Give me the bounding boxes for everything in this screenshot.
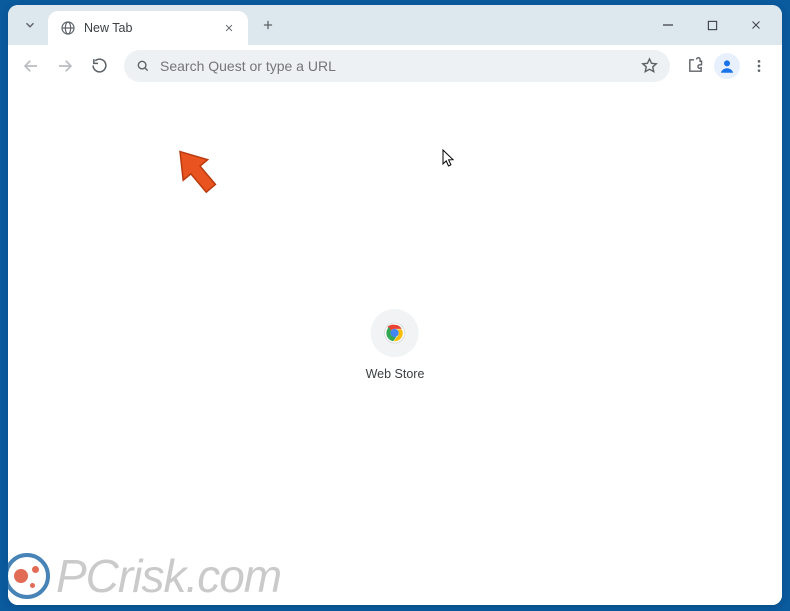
search-tabs-button[interactable]	[16, 11, 44, 39]
browser-window: New Tab	[8, 5, 782, 605]
extensions-icon	[687, 57, 704, 74]
maximize-icon	[707, 20, 718, 31]
shortcut-tile	[371, 309, 419, 357]
menu-button[interactable]	[744, 51, 774, 81]
window-controls	[646, 5, 778, 45]
window-close-icon	[750, 19, 762, 31]
back-icon	[22, 57, 40, 75]
extensions-button[interactable]	[680, 51, 710, 81]
window-close-button[interactable]	[734, 9, 778, 41]
new-tab-page: Web Store	[8, 87, 782, 605]
reload-icon	[91, 57, 108, 74]
profile-icon	[718, 57, 736, 75]
new-tab-button[interactable]	[254, 11, 282, 39]
chevron-down-icon	[23, 18, 37, 32]
chrome-webstore-icon	[384, 322, 406, 344]
profile-button[interactable]	[714, 53, 740, 79]
maximize-button[interactable]	[690, 9, 734, 41]
menu-icon	[751, 58, 767, 74]
minimize-button[interactable]	[646, 9, 690, 41]
back-button[interactable]	[16, 51, 46, 81]
omnibox[interactable]	[124, 50, 670, 82]
annotation-arrow	[168, 143, 228, 203]
forward-icon	[56, 57, 74, 75]
cursor-icon	[442, 149, 456, 169]
bookmark-button[interactable]	[641, 57, 658, 74]
search-icon	[136, 59, 150, 73]
star-icon	[641, 57, 658, 74]
close-icon	[224, 23, 234, 33]
tab-close-button[interactable]	[220, 19, 238, 37]
forward-button[interactable]	[50, 51, 80, 81]
tab-strip: New Tab	[8, 5, 782, 45]
plus-icon	[261, 18, 275, 32]
address-input[interactable]	[160, 58, 641, 74]
shortcut-web-store[interactable]: Web Store	[366, 309, 425, 381]
tab-new-tab[interactable]: New Tab	[48, 11, 248, 45]
shortcut-label: Web Store	[366, 367, 425, 381]
globe-icon	[60, 20, 76, 36]
minimize-icon	[662, 19, 674, 31]
toolbar	[8, 45, 782, 87]
tab-title: New Tab	[84, 21, 220, 35]
reload-button[interactable]	[84, 51, 114, 81]
